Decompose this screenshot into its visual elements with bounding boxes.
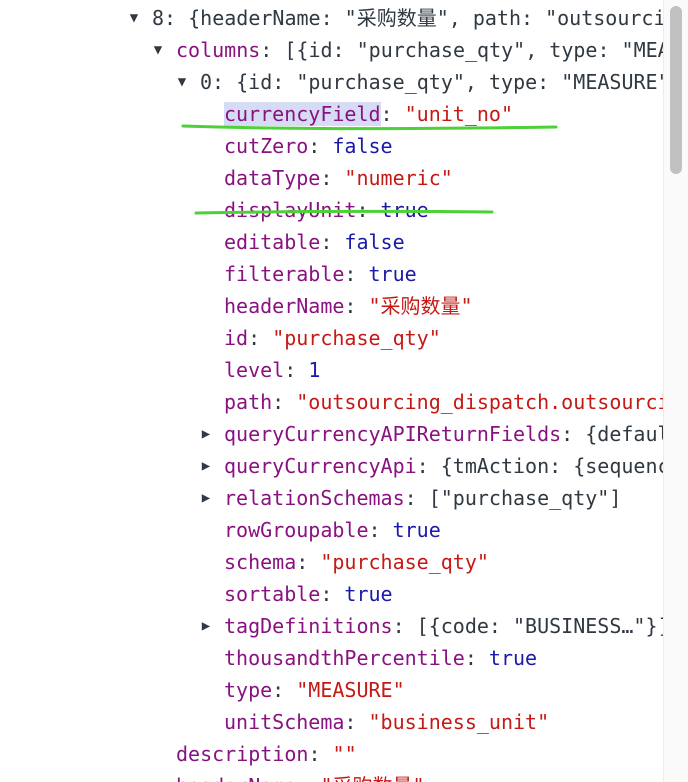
scrollbar-track[interactable] <box>663 0 688 782</box>
property-value: {id: "purchase_qty", type: "MEASURE"…} <box>236 70 664 94</box>
collapse-triangle-icon[interactable]: ▶ <box>196 418 216 450</box>
property-key: editable <box>224 230 321 254</box>
property-key: 0 <box>200 70 213 94</box>
property-value: true <box>488 646 538 670</box>
property-key: queryCurrencyAPIReturnFields <box>224 422 562 446</box>
tree-row: id: "purchase_qty" <box>224 326 441 350</box>
collapse-triangle-icon[interactable]: ▶ <box>196 450 216 482</box>
property-value: 1 <box>308 358 321 382</box>
tree-row: unitSchema: "business_unit" <box>224 710 550 734</box>
property-key: columns <box>176 38 261 62</box>
tree-row[interactable]: ▼ columns: [{id: "purchase_qty", type: "M… <box>0 34 664 66</box>
tree-row: thousandthPercentile: true <box>224 646 538 670</box>
property-value: {headerName: "采购数量", path: "outsourcing_… <box>188 6 664 30</box>
tree-row: editable: false <box>224 230 405 254</box>
property-value: {default: …} <box>585 422 664 446</box>
property-key: displayUnit <box>224 198 357 222</box>
tree-row[interactable]: ▶ relationSchemas: ["purchase_qty"] <box>0 482 664 514</box>
property-key: tagDefinitions <box>224 614 393 638</box>
property-value: true <box>344 582 393 606</box>
property-key: id <box>224 326 249 350</box>
property-key: level <box>224 358 285 382</box>
property-value: "outsourcing_dispatch.outsourcing_dispat… <box>296 390 664 414</box>
tree-row[interactable]: ▶queryCurrencyApi: {tmAction: {sequence:… <box>0 450 664 482</box>
expand-triangle-icon[interactable]: ▼ <box>148 34 168 66</box>
property-value: true <box>392 518 441 542</box>
property-value: "unit_no" <box>404 102 514 126</box>
tree-row: dataType: "numeric" <box>224 166 453 190</box>
property-value: false <box>344 230 405 254</box>
property-key: 8 <box>152 6 165 30</box>
property-key: schema <box>224 550 297 574</box>
property-key: type <box>224 678 273 702</box>
tree-row: type: "MEASURE" <box>224 678 405 702</box>
property-key: headerName <box>176 774 296 782</box>
property-value: [{id: "purchase_qty", type: "MEASURE"…}] <box>284 38 664 62</box>
property-value: "采购数量" <box>368 294 473 318</box>
property-value: "" <box>332 742 357 766</box>
tree-row[interactable]: ▶queryCurrencyAPIReturnFields: {default:… <box>0 418 664 450</box>
tree-row[interactable]: ▶ tagDefinitions: [{code: "BUSINESS…"}] <box>0 610 664 642</box>
property-key: cutZero <box>224 134 309 158</box>
property-value: true <box>380 198 429 222</box>
property-key: queryCurrencyApi <box>224 454 417 478</box>
tree-row: description: "" <box>176 742 357 766</box>
property-value: true <box>368 262 417 286</box>
property-value: "business_unit" <box>368 710 550 734</box>
property-key: path <box>224 390 273 414</box>
tree-row: displayUnit: true <box>224 198 429 222</box>
property-key: description <box>176 742 309 766</box>
tree-row: schema: "purchase_qty" <box>224 550 489 574</box>
property-value: ["purchase_qty"] <box>428 486 622 510</box>
tree-row[interactable]: ▼ 0: {id: "purchase_qty", type: "MEASURE"… <box>0 66 664 98</box>
property-key: thousandthPercentile <box>224 646 465 670</box>
expand-triangle-icon[interactable]: ▼ <box>124 2 144 34</box>
tree-row: headerName: "采购数量" <box>0 770 664 782</box>
tree-row: level: 1 <box>224 358 321 382</box>
scrollbar-thumb[interactable] <box>670 6 682 174</box>
property-value: "采购数量" <box>321 774 425 782</box>
collapse-triangle-icon[interactable]: ▶ <box>196 610 216 642</box>
tree-row[interactable]: ▼ 8: {headerName: "采购数量", path: "outsourc… <box>0 2 664 34</box>
collapse-triangle-icon[interactable]: ▶ <box>196 482 216 514</box>
property-value: "purchase_qty" <box>320 550 489 574</box>
property-value: [{code: "BUSINESS…"}] <box>416 614 664 638</box>
property-key: currencyField <box>224 102 381 126</box>
property-key: dataType <box>224 166 321 190</box>
tree-row: filterable: true <box>224 262 417 286</box>
property-key: headerName <box>224 294 345 318</box>
tree-row: sortable: true <box>224 582 393 606</box>
property-key: rowGroupable <box>224 518 369 542</box>
tree-row: rowGroupable: true <box>224 518 441 542</box>
property-key: sortable <box>224 582 321 606</box>
property-key: filterable <box>224 262 345 286</box>
property-key: unitSchema <box>224 710 345 734</box>
property-value: "purchase_qty" <box>272 326 441 350</box>
property-value: "MEASURE" <box>296 678 405 702</box>
property-value: {tmAction: {sequence: …}} <box>440 454 664 478</box>
tree-row: headerName: "采购数量" <box>224 294 473 318</box>
property-value: "numeric" <box>344 166 453 190</box>
expand-triangle-icon[interactable]: ▼ <box>172 66 192 98</box>
tree-row: path: "outsourcing_dispatch.outsourcing_… <box>0 386 664 418</box>
tree-row: currencyField: "unit_no" <box>224 102 514 126</box>
tree-row: cutZero: false <box>224 134 393 158</box>
property-value: false <box>332 134 393 158</box>
property-key: relationSchemas <box>224 486 405 510</box>
object-tree: ▼ 8: {headerName: "采购数量", path: "outsourc… <box>0 0 664 782</box>
